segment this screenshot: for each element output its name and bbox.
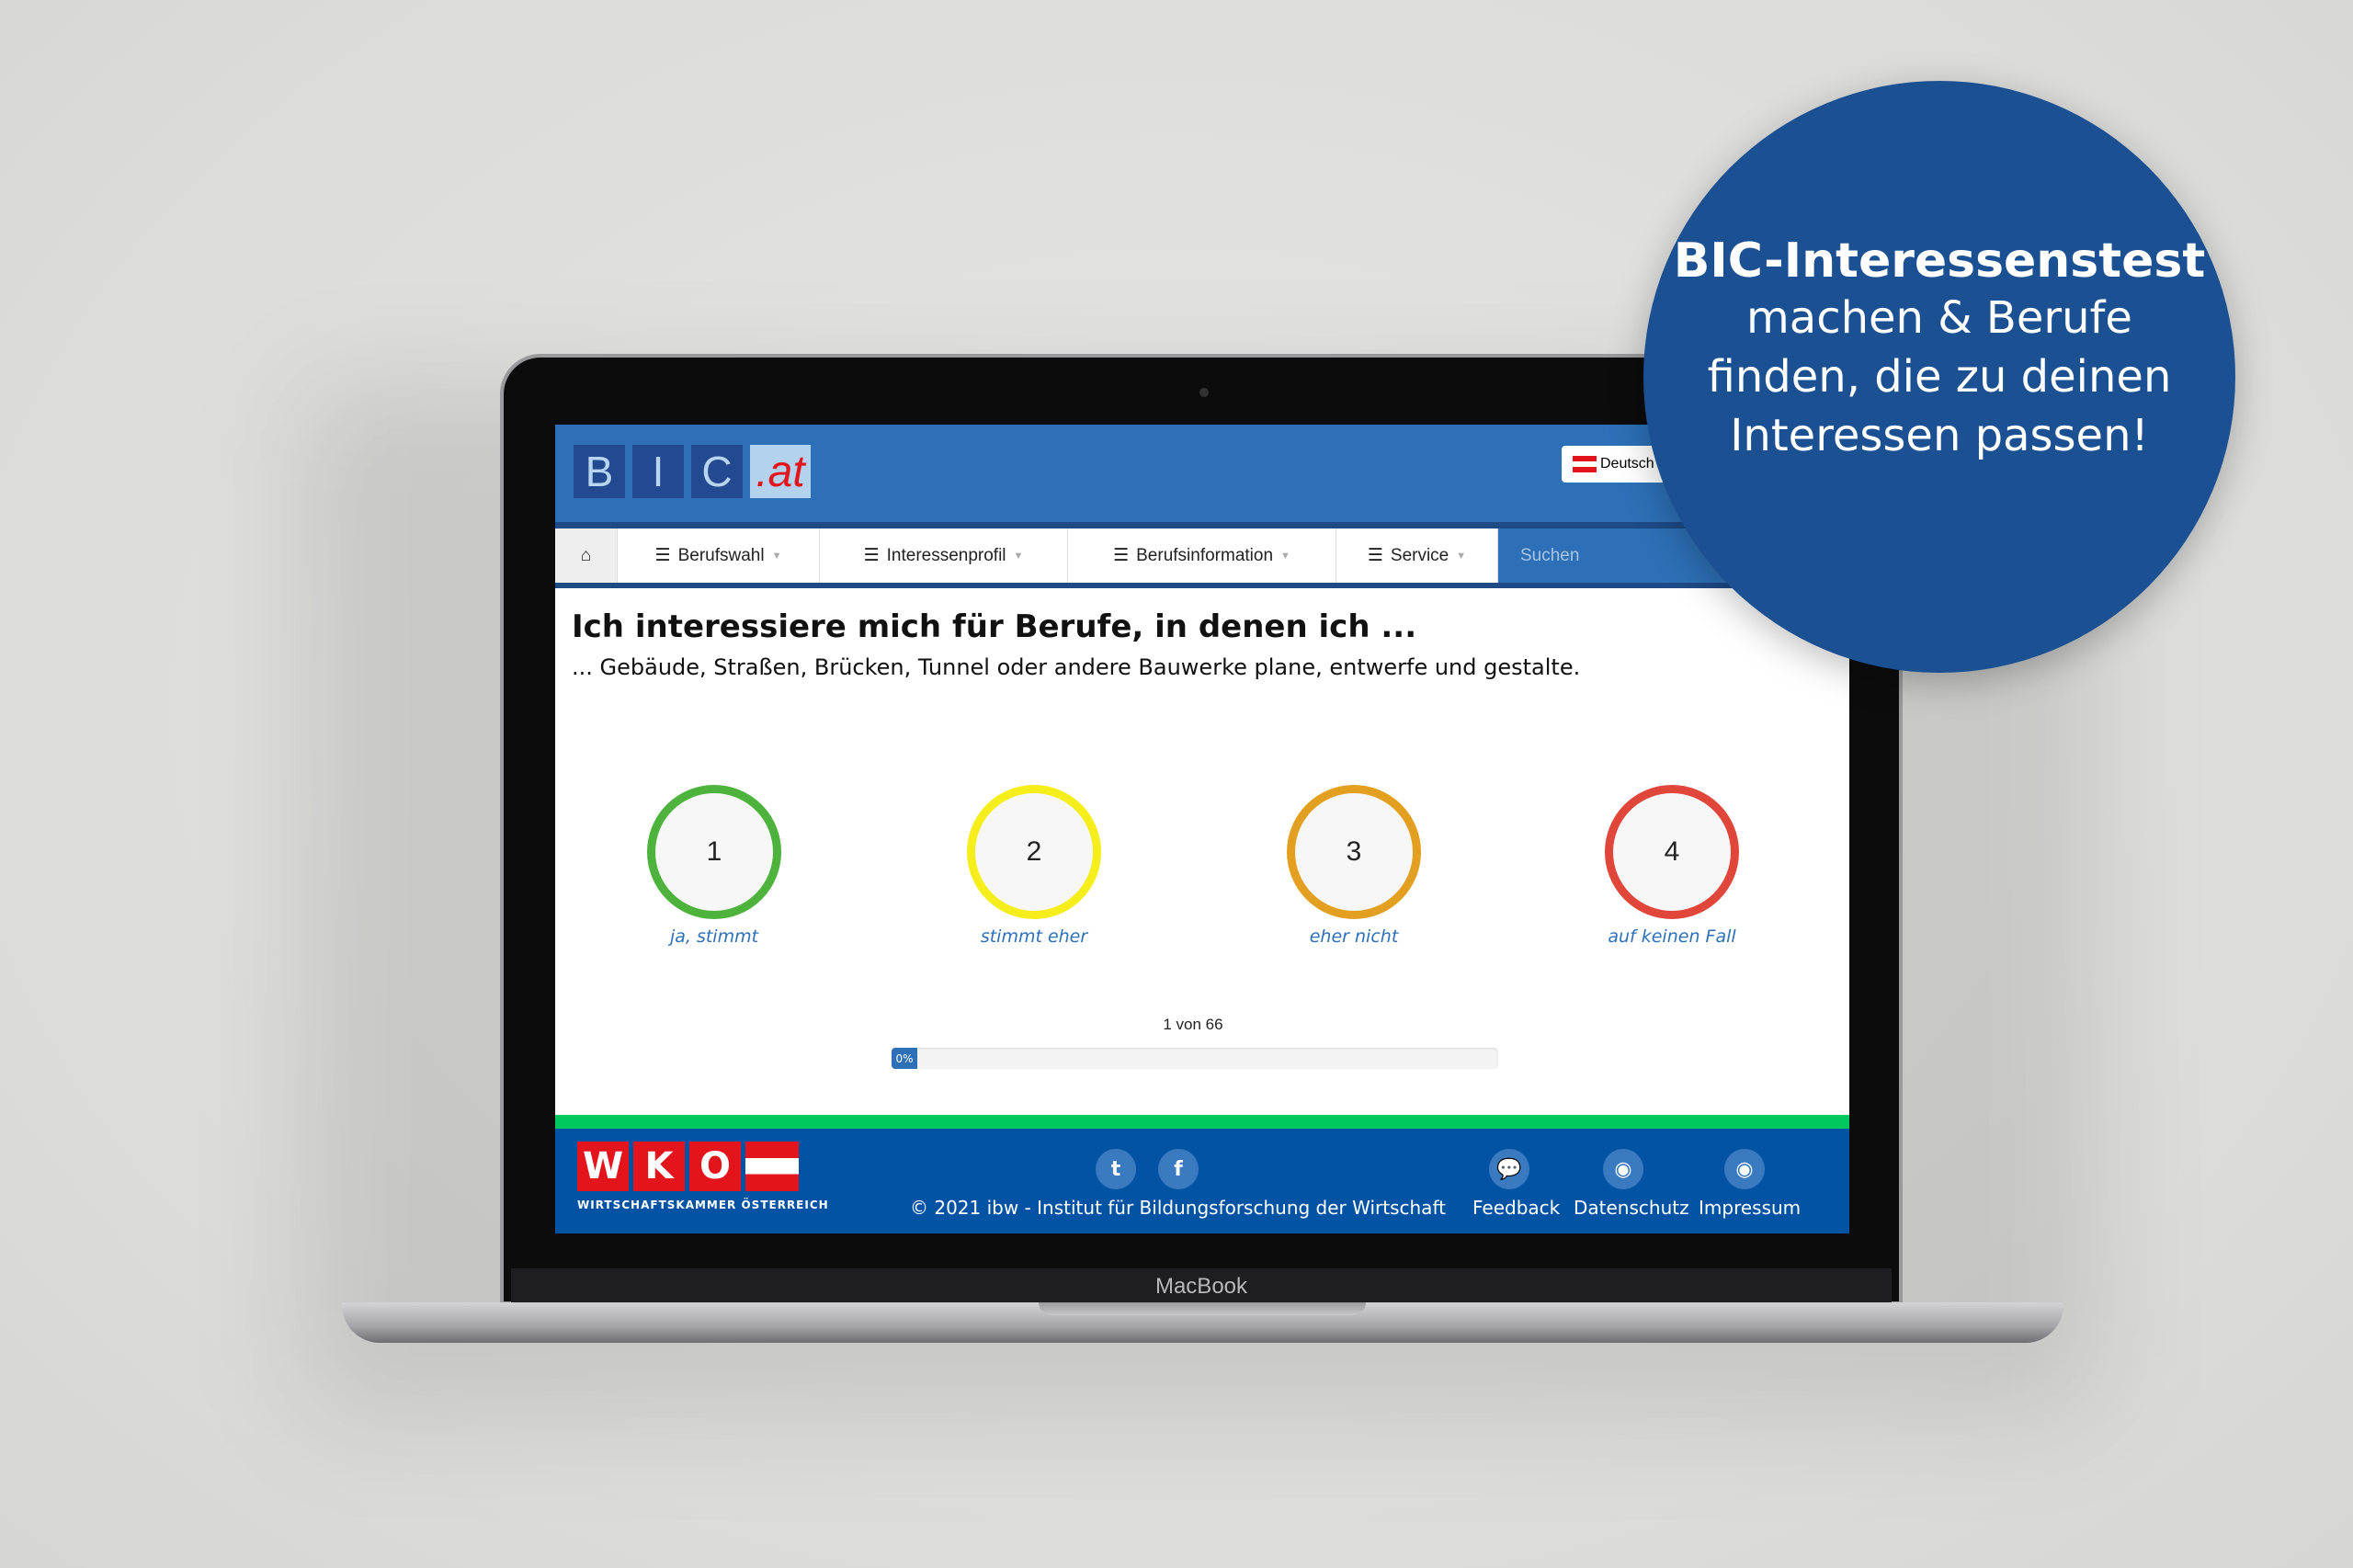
answer-option-4[interactable]: 4 auf keinen Fall [1580,785,1764,947]
caret-down-icon: ▼ [1280,550,1290,562]
nav-service[interactable]: ☰ Service ▼ [1336,528,1498,583]
answer-label: auf keinen Fall [1608,926,1736,947]
logo-letter: I [632,445,684,498]
accent-stripe [555,1115,1849,1129]
camera [1199,388,1209,397]
copyright: © 2021 ibw - Institut für Bildungsforsch… [910,1197,1446,1219]
menu-icon: ☰ [863,546,880,565]
logo-letter: B [574,445,625,498]
menu-icon: ☰ [654,546,671,565]
twitter-icon[interactable]: t [1096,1149,1136,1189]
answer-option-3[interactable]: 3 eher nicht [1262,785,1446,947]
nav-label: Service [1390,545,1449,565]
nav-berufsinformation[interactable]: ☰ Berufsinformation ▼ [1068,528,1336,583]
promo-badge: BIC-Interessenstest machen & Berufe find… [1643,81,2235,673]
progress-counter: 1 von 66 [1163,1016,1223,1033]
home-button[interactable]: ⌂ [555,528,618,583]
logo-suffix: .at [750,445,811,498]
nav-label: Berufswahl [677,545,765,565]
menu-icon: ☰ [1113,546,1130,565]
nav-label: Berufsinformation [1136,545,1274,565]
nav-label: Interessenprofil [886,545,1006,565]
answer-label: eher nicht [1309,926,1399,947]
menu-icon: ☰ [1367,546,1383,565]
home-icon: ⌂ [580,545,592,565]
wko-letter: K [633,1142,685,1191]
answer-label: stimmt eher [980,926,1088,947]
answer-option-2[interactable]: 2 stimmt eher [942,785,1126,947]
feedback-link[interactable]: Feedback [1472,1197,1560,1219]
wko-letter: W [577,1142,629,1191]
answer-circle[interactable]: 3 [1287,785,1421,919]
answer-circle[interactable]: 1 [647,785,781,919]
wko-letter: O [689,1142,741,1191]
eye-icon[interactable]: ◉ [1603,1149,1643,1189]
caret-down-icon: ▼ [1013,550,1024,562]
progress-bar: 0% [892,1048,1498,1069]
divider [555,522,1849,528]
question-text: ... Gebäude, Straßen, Brücken, Tunnel od… [572,654,1581,680]
caret-down-icon: ▼ [1456,550,1467,562]
caret-down-icon: ▼ [771,550,782,562]
laptop-notch [1039,1302,1366,1315]
divider [555,583,1849,588]
main-nav: ⌂ ☰ Berufswahl ▼ ☰ Interessenprofil ▼ ☰ Beruf… [555,528,1849,583]
bic-logo[interactable]: B I C .at [574,445,811,498]
facebook-icon[interactable]: f [1158,1149,1199,1189]
question-title: Ich interessiere mich für Berufe, in den… [572,608,1417,645]
answer-circle[interactable]: 2 [967,785,1101,919]
badge-title: BIC-Interessenstest [1673,233,2206,289]
answer-circle[interactable]: 4 [1605,785,1739,919]
datenschutz-link[interactable]: Datenschutz [1574,1197,1689,1219]
nav-berufswahl[interactable]: ☰ Berufswahl ▼ [618,528,820,583]
site-footer: WKO WIRTSCHAFTSKAMMER ÖSTERREICH t f © 2… [555,1129,1849,1233]
austria-flag-icon [1573,456,1597,472]
progress-fill: 0% [892,1048,917,1069]
language-label: Deutsch [1600,456,1654,472]
eye-icon[interactable]: ◉ [1724,1149,1765,1189]
austria-flag-icon [745,1142,799,1191]
screen: B I C .at Deutsch ⌂ ☰ Berufswahl ▼ ☰ Intere… [555,425,1849,1233]
laptop-brand: MacBook [1154,1274,1248,1299]
answer-label: ja, stimmt [669,926,759,947]
impressum-link[interactable]: Impressum [1699,1197,1801,1219]
badge-line: finden, die zu deinen [1707,351,2172,403]
wko-logo[interactable]: WKO WIRTSCHAFTSKAMMER ÖSTERREICH [577,1142,829,1211]
wko-text: WIRTSCHAFTSKAMMER ÖSTERREICH [577,1199,829,1211]
laptop-chin: MacBook [511,1268,1892,1305]
feedback-icon[interactable]: 💬 [1489,1149,1529,1189]
badge-line: Interessen passen! [1730,410,2149,461]
nav-interessenprofil[interactable]: ☰ Interessenprofil ▼ [820,528,1068,583]
badge-line: machen & Berufe [1746,292,2132,344]
logo-letter: C [691,445,743,498]
answer-option-1[interactable]: 1 ja, stimmt [622,785,806,947]
